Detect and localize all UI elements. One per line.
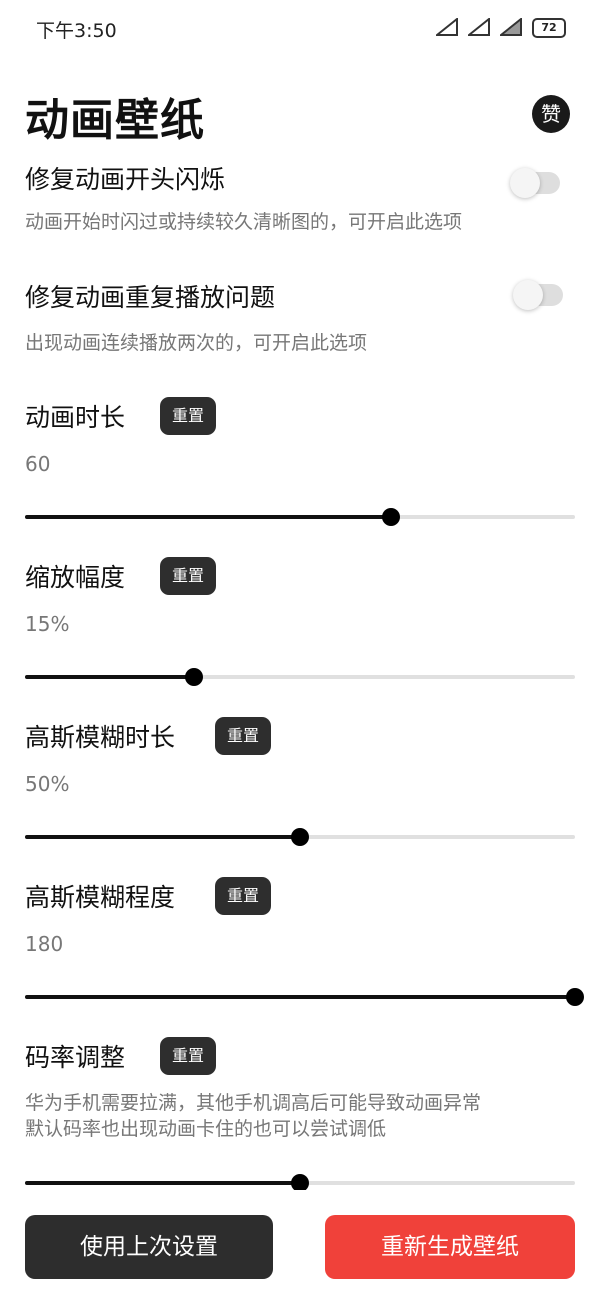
blur-duration-slider[interactable] bbox=[25, 825, 575, 849]
page-title: 动画壁纸 bbox=[25, 95, 205, 146]
like-button[interactable]: 赞 bbox=[532, 95, 570, 133]
fix-repeat-title: 修复动画重复播放问题 bbox=[25, 283, 276, 312]
battery-icon: 72 bbox=[532, 18, 566, 38]
settings-list[interactable]: 修复动画开头闪烁 动画开始时闪过或持续较久清晰图的，可开启此选项 修复动画重复播… bbox=[0, 158, 600, 1190]
scale-title: 缩放幅度 bbox=[25, 563, 126, 592]
blur-level-slider[interactable] bbox=[25, 985, 584, 1009]
regenerate-wallpaper-button[interactable]: 重新生成壁纸 bbox=[325, 1215, 575, 1279]
bitrate-reset-button[interactable]: 重置 bbox=[160, 1037, 216, 1075]
blur-level-title: 高斯模糊程度 bbox=[25, 883, 176, 912]
slider-thumb[interactable] bbox=[291, 828, 309, 846]
status-time: 下午3:50 bbox=[36, 20, 117, 42]
slider-thumb[interactable] bbox=[291, 1174, 309, 1190]
scale-reset-button[interactable]: 重置 bbox=[160, 557, 216, 595]
scale-slider[interactable] bbox=[25, 665, 575, 689]
fix-repeat-desc: 出现动画连续播放两次的，可开启此选项 bbox=[25, 332, 368, 354]
duration-value: 60 bbox=[25, 452, 51, 476]
fix-flicker-toggle[interactable] bbox=[510, 168, 560, 198]
use-last-settings-button[interactable]: 使用上次设置 bbox=[25, 1215, 273, 1279]
duration-slider[interactable] bbox=[25, 505, 575, 529]
duration-title: 动画时长 bbox=[25, 403, 126, 432]
slider-thumb[interactable] bbox=[381, 508, 400, 526]
slider-thumb[interactable] bbox=[184, 668, 203, 686]
signal-icon bbox=[436, 18, 458, 36]
blur-duration-reset-button[interactable]: 重置 bbox=[215, 717, 271, 755]
blur-level-reset-button[interactable]: 重置 bbox=[215, 877, 271, 915]
blur-level-value: 180 bbox=[25, 932, 64, 956]
scale-value: 15% bbox=[25, 612, 70, 636]
blur-duration-title: 高斯模糊时长 bbox=[25, 723, 176, 752]
signal-icon bbox=[468, 18, 490, 36]
bitrate-title: 码率调整 bbox=[25, 1043, 126, 1072]
slider-thumb[interactable] bbox=[566, 988, 584, 1006]
blur-duration-value: 50% bbox=[25, 772, 70, 796]
bitrate-desc-line1: 华为手机需要拉满，其他手机调高后可能导致动画异常 bbox=[25, 1092, 482, 1114]
bitrate-desc-line2: 默认码率也出现动画卡住的也可以尝试调低 bbox=[25, 1118, 387, 1140]
wifi-icon bbox=[500, 18, 522, 36]
fix-flicker-desc: 动画开始时闪过或持续较久清晰图的，可开启此选项 bbox=[25, 211, 463, 233]
fix-flicker-title: 修复动画开头闪烁 bbox=[25, 165, 226, 194]
duration-reset-button[interactable]: 重置 bbox=[160, 397, 216, 435]
bitrate-slider[interactable] bbox=[25, 1171, 575, 1190]
fix-repeat-toggle[interactable] bbox=[513, 280, 563, 310]
